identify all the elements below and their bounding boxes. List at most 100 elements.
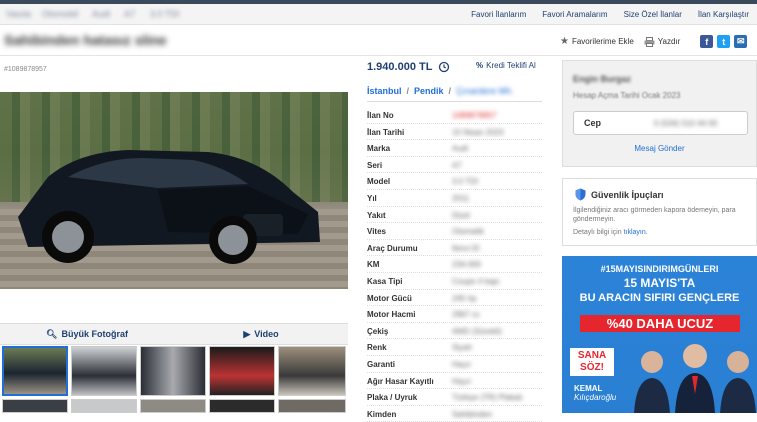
thumbnail[interactable]	[71, 346, 137, 396]
detail-key: Seri	[367, 160, 383, 170]
location-neighborhood[interactable]: Çınardere Mh.	[456, 86, 514, 96]
detail-value: 3.0 TDI	[452, 177, 479, 187]
ad-banner[interactable]: #15MAYISINDIRIMGÜNLERI 15 MAYIS'TA BU AR…	[562, 256, 757, 413]
credit-offer-label: Kredi Teklifi Al	[486, 61, 536, 70]
detail-value: 245 hp	[452, 293, 477, 303]
video-label: Video	[254, 329, 279, 339]
seller-name[interactable]: Engin Burgaz	[573, 74, 631, 84]
detail-value: İkinci El	[452, 243, 480, 253]
location-district[interactable]: Pendik	[414, 86, 444, 96]
shield-icon	[575, 188, 586, 201]
detail-key: Motor Gücü	[367, 293, 412, 303]
detail-key: Kimden	[367, 409, 397, 419]
main-photo[interactable]	[0, 92, 348, 289]
detail-row: Kimden Sahibinden	[367, 406, 542, 422]
add-favorite-button[interactable]: ★ Favorilerime Ekle	[560, 36, 634, 47]
thumbnail[interactable]	[71, 399, 137, 413]
detail-key: Yıl	[367, 194, 377, 203]
detail-value: 1089878957	[452, 111, 497, 120]
detail-value: 2967 cc	[452, 310, 481, 320]
detail-key: Plaka / Uyruk	[367, 393, 418, 403]
ad-line-1: 15 MAYIS'TA	[623, 276, 696, 290]
favorite-searches-link[interactable]: Favori Aramalarım	[534, 4, 615, 24]
share-icon[interactable]: ✉	[734, 35, 748, 48]
detail-value: 4WD (Sürekli)	[452, 326, 502, 336]
breadcrumb-item[interactable]: A7	[124, 9, 135, 19]
thumbnail[interactable]	[140, 346, 206, 396]
detail-value: Audi	[452, 144, 469, 154]
breadcrumb-item[interactable]: 3.0 TDI	[150, 9, 179, 19]
twitter-icon[interactable]: t	[717, 35, 731, 48]
detail-value: Coupe 4 kapı	[452, 277, 500, 286]
breadcrumb-item[interactable]: Audi	[92, 9, 110, 19]
safety-body: İlgilendiğiniz aracı görmeden kapora öde…	[573, 207, 736, 223]
thumbnail[interactable]	[278, 346, 346, 396]
safety-more-link[interactable]: tıklayın.	[624, 229, 648, 236]
compare-listings-link[interactable]: İlan Karşılaştır	[690, 4, 757, 24]
detail-value: Türkiye (TR) Plakalı	[452, 393, 523, 403]
big-photo-button[interactable]: 🔍︎ Büyük Fotoğraf	[0, 324, 174, 344]
detail-row: Plaka / Uyruk Türkiye (TR) Plakalı	[367, 389, 542, 406]
phone-box[interactable]: Cep 0 (534) 510 44 00	[573, 111, 748, 135]
thumbnail[interactable]	[209, 399, 275, 413]
detail-row: Motor Gücü 245 hp	[367, 290, 542, 307]
detail-key: İlan No	[367, 111, 394, 120]
breadcrumb-item[interactable]: Otomobil	[42, 9, 78, 19]
safety-title: Güvenlik İpuçları	[575, 188, 664, 201]
location: İstanbul / Pendik / Çınardere Mh.	[367, 86, 514, 96]
send-message-link[interactable]: Mesaj Gönder	[563, 144, 756, 153]
ad-slogan: SANA SÖZ!	[570, 348, 614, 376]
account-date: Hesap Açma Tarihi Ocak 2023	[573, 91, 681, 100]
ad-hashtag: #15MAYISINDIRIMGÜNLERI	[600, 264, 719, 274]
price-value: 1.940.000 TL	[367, 61, 433, 73]
seller-box: Engin Burgaz Hesap Açma Tarihi Ocak 2023…	[562, 60, 757, 167]
safety-more-prefix: Detaylı bilgi için	[573, 229, 622, 236]
thumbnail[interactable]	[2, 399, 68, 413]
detail-value: Hayır	[452, 376, 472, 386]
detail-row: Renk Siyah	[367, 339, 542, 356]
facebook-icon[interactable]: f	[700, 35, 714, 48]
video-button[interactable]: ▶ Video	[174, 324, 348, 344]
detail-row: Model 3.0 TDI	[367, 173, 542, 190]
detail-value: Otomatik	[452, 227, 485, 237]
ad-line-3: %40 DAHA UCUZ	[580, 315, 740, 332]
detail-value: A7	[452, 160, 462, 170]
detail-row: İlan No 1089878957	[367, 107, 542, 124]
safety-more: Detaylı bilgi için tıklayın.	[573, 229, 648, 236]
location-city[interactable]: İstanbul	[367, 86, 402, 96]
credit-offer-link[interactable]: % Kredi Teklifi Al	[476, 61, 536, 70]
detail-row: Ağır Hasar Kayıtlı Hayır	[367, 373, 542, 390]
detail-key: Motor Hacmi	[367, 310, 416, 320]
detail-value: 234.000	[452, 260, 481, 270]
detail-row: Kasa Tipi Coupe 4 kapı	[367, 273, 542, 290]
phone-number: 0 (534) 510 44 00	[654, 119, 718, 128]
detail-row: Çekiş 4WD (Sürekli)	[367, 323, 542, 340]
breadcrumb-item[interactable]: Vasıta	[6, 9, 31, 19]
favorite-listings-link[interactable]: Favori İlanlarım	[463, 4, 534, 24]
detail-value: Hayır	[452, 360, 472, 369]
phone-label: Cep	[584, 118, 602, 128]
safety-tips: Güvenlik İpuçları İlgilendiğiniz aracı g…	[562, 178, 757, 246]
add-favorite-label: Favorilerime Ekle	[571, 37, 634, 46]
print-button[interactable]: Yazdır	[644, 36, 680, 47]
detail-value: 15 Nisan 2023	[452, 127, 504, 137]
detail-row: Seri A7	[367, 157, 542, 174]
detail-row: Vites Otomatik	[367, 223, 542, 240]
detail-key: Garanti	[367, 360, 396, 369]
big-photo-label: Büyük Fotoğraf	[61, 329, 128, 339]
printer-icon	[644, 36, 655, 47]
search-icon: 🔍︎	[46, 328, 58, 339]
thumbnail[interactable]	[278, 399, 346, 413]
detail-row: Araç Durumu İkinci El	[367, 240, 542, 257]
car-image	[18, 150, 320, 264]
thumbnail[interactable]	[209, 346, 275, 396]
detail-key: Marka	[367, 144, 391, 154]
detail-value: Dizel	[452, 210, 470, 220]
special-listings-link[interactable]: Size Özel İlanlar	[616, 4, 690, 24]
detail-key: Kasa Tipi	[367, 277, 403, 286]
ad-number: #1089878957	[4, 66, 47, 73]
history-icon[interactable]	[438, 61, 450, 73]
detail-row: KM 234.000	[367, 256, 542, 273]
thumbnail[interactable]	[140, 399, 206, 413]
thumbnail[interactable]	[2, 346, 68, 396]
